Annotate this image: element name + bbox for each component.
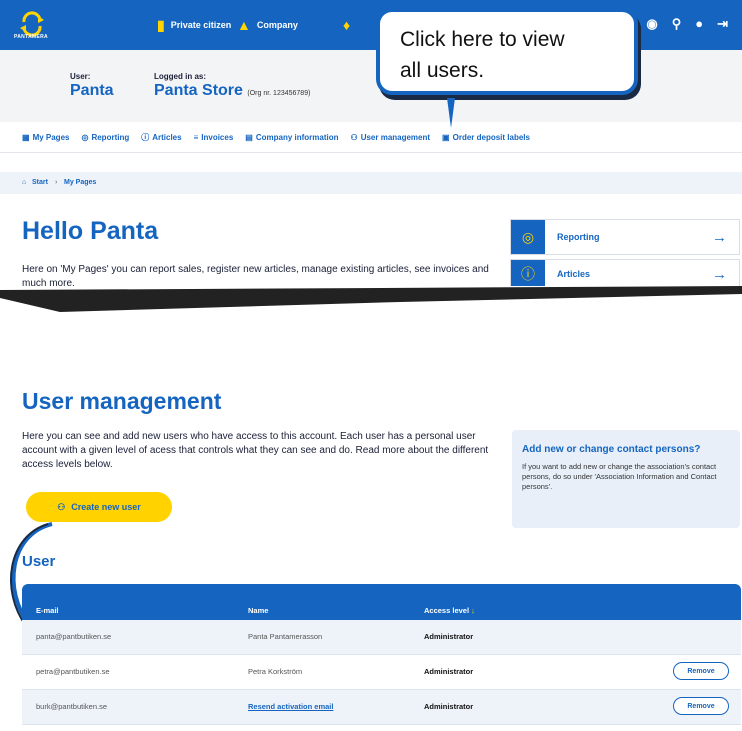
table-row: burk@pantbutiken.se Resend activation em… bbox=[22, 690, 741, 725]
tab-invoices[interactable]: ≡ Invoices bbox=[194, 132, 234, 143]
nav-trophy[interactable]: ♦ bbox=[343, 18, 350, 32]
tab-articles[interactable]: ⓘ Articles bbox=[141, 132, 181, 143]
sort-arrow-icon: ↓ bbox=[471, 606, 475, 615]
add-user-icon: ⚇ bbox=[57, 501, 66, 512]
column-access-level[interactable]: Access level ↓ bbox=[424, 606, 475, 615]
user-email: panta@pantbutiken.se bbox=[36, 632, 112, 641]
label-icon: ▣ bbox=[442, 133, 450, 142]
table-row: petra@pantbutiken.se Petra Korkström Adm… bbox=[22, 655, 741, 690]
reporting-icon: ◎ bbox=[81, 133, 89, 142]
tab-order-deposit-labels[interactable]: ▣ Order deposit labels bbox=[442, 132, 530, 143]
tab-company-information[interactable]: ▤ Company information bbox=[245, 132, 338, 143]
table-header: E-mail Name Access level ↓ bbox=[22, 584, 741, 620]
user-email: burk@pantbutiken.se bbox=[36, 702, 107, 711]
reporting-icon: ◎ bbox=[511, 220, 545, 254]
building-icon: ▤ bbox=[245, 133, 253, 142]
user-access: Administrator bbox=[424, 667, 474, 676]
remove-user-button[interactable]: Remove bbox=[673, 697, 729, 715]
globe-icon[interactable]: ◉ bbox=[646, 16, 657, 32]
user-management-title: User management bbox=[22, 388, 222, 414]
user-management-description: Here you can see and add new users who h… bbox=[22, 431, 489, 470]
contact-persons-text: If you want to add new or change the ass… bbox=[522, 462, 717, 491]
users-table: E-mail Name Access level ↓ panta@pantbut… bbox=[22, 584, 741, 725]
breadcrumb-start[interactable]: Start bbox=[32, 179, 48, 186]
nav-company[interactable]: ▲ Company bbox=[237, 18, 298, 32]
torn-edge bbox=[0, 286, 742, 312]
user-email: petra@pantbutiken.se bbox=[36, 667, 110, 676]
info-icon: ⓘ bbox=[141, 133, 150, 142]
callout-pointer bbox=[447, 98, 455, 128]
org-number: (Org nr. 123456789) bbox=[247, 90, 311, 97]
store-icon: ▲ bbox=[237, 17, 251, 33]
column-email[interactable]: E-mail bbox=[36, 606, 59, 615]
arrow-right-icon: → bbox=[712, 228, 727, 246]
callout-text: Click here to view all users. bbox=[400, 28, 565, 82]
page-title: Hello Panta bbox=[22, 217, 159, 245]
user-name: Panta bbox=[70, 82, 114, 99]
logged-in-label: Logged in as: bbox=[154, 72, 206, 81]
contact-persons-box: Add new or change contact persons? If yo… bbox=[512, 430, 740, 528]
user-access: Administrator bbox=[424, 702, 474, 711]
breadcrumb-current: My Pages bbox=[64, 179, 97, 186]
main-tabs: ▦ My Pages ◎ Reporting ⓘ Articles ≡ Invoices… bbox=[22, 132, 530, 143]
top-icons: ◉ ⚲ ● ⇥ bbox=[646, 16, 728, 32]
user-section-title: User bbox=[22, 553, 56, 570]
user-access: Administrator bbox=[424, 632, 474, 641]
callout-bubble: Click here to view all users. bbox=[376, 8, 638, 95]
card-articles[interactable]: ⓘ Articles → bbox=[510, 259, 740, 289]
nav-private-citizen[interactable]: ▮ Private citizen bbox=[157, 18, 231, 32]
user-icon[interactable]: ● bbox=[695, 16, 703, 32]
search-icon[interactable]: ⚲ bbox=[672, 16, 682, 32]
info-icon: ⓘ bbox=[511, 260, 545, 288]
contact-persons-title: Add new or change contact persons? bbox=[522, 444, 701, 455]
user-name: Petra Korkström bbox=[248, 667, 303, 676]
logout-icon[interactable]: ⇥ bbox=[717, 16, 728, 32]
table-row: panta@pantbutiken.se Panta Pantamerasson… bbox=[22, 620, 741, 655]
tabs-divider bbox=[0, 152, 742, 153]
remove-user-button[interactable]: Remove bbox=[673, 662, 729, 680]
user-name: Panta Pantamerasson bbox=[248, 632, 323, 641]
home-icon: ⌂ bbox=[22, 179, 27, 186]
tab-reporting[interactable]: ◎ Reporting bbox=[81, 132, 129, 143]
resend-activation-link[interactable]: Resend activation email bbox=[248, 702, 333, 711]
logged-in-name: Panta Store (Org nr. 123456789) bbox=[154, 82, 311, 99]
card-reporting[interactable]: ◎ Reporting → bbox=[510, 219, 740, 255]
logo-text: PANTAMERA bbox=[14, 34, 48, 40]
user-label: User: bbox=[70, 72, 91, 81]
tab-user-management[interactable]: ⚇ User management bbox=[351, 132, 431, 143]
coins-icon: ≡ bbox=[193, 133, 199, 142]
breadcrumb-separator: › bbox=[55, 179, 58, 186]
trophy-icon: ♦ bbox=[343, 17, 351, 33]
breadcrumb: ⌂ Start › My Pages bbox=[0, 172, 742, 194]
grid-icon: ▦ bbox=[22, 133, 30, 142]
column-name[interactable]: Name bbox=[248, 606, 268, 615]
tab-my-pages[interactable]: ▦ My Pages bbox=[22, 132, 69, 143]
arrow-right-icon: → bbox=[712, 265, 727, 283]
bottle-icon: ▮ bbox=[157, 17, 165, 33]
users-icon: ⚇ bbox=[350, 133, 358, 142]
create-new-user-button[interactable]: ⚇ Create new user bbox=[26, 492, 172, 522]
